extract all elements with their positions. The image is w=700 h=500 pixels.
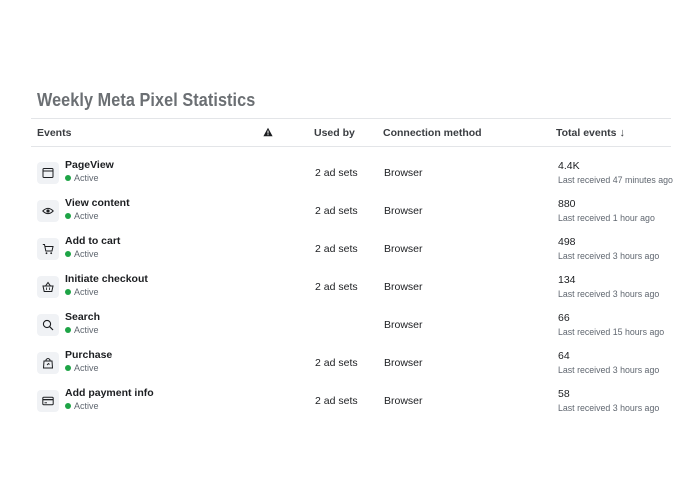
connection-method-value: Browser	[384, 357, 423, 369]
table-row-view-content[interactable]: View content Active 2 ad sets Browser 88…	[31, 195, 671, 233]
event-name[interactable]: Search	[65, 311, 100, 323]
status-text: Active	[74, 401, 99, 411]
page-title: Weekly Meta Pixel Statistics	[37, 90, 256, 110]
table-row-purchase[interactable]: Purchase Active 2 ad sets Browser 64 Las…	[31, 347, 671, 385]
shopping-bag-icon	[37, 352, 59, 374]
total-events-value: 58	[558, 388, 570, 400]
used-by-value[interactable]: 2 ad sets	[315, 357, 358, 369]
status-badge: Active	[65, 211, 99, 221]
used-by-value[interactable]: 2 ad sets	[315, 243, 358, 255]
event-name[interactable]: Initiate checkout	[65, 273, 148, 285]
used-by-value[interactable]: 2 ad sets	[315, 205, 358, 217]
status-text: Active	[74, 325, 99, 335]
table-row-add-payment-info[interactable]: Add payment info Active 2 ad sets Browse…	[31, 385, 671, 423]
status-text: Active	[74, 211, 99, 221]
basket-icon	[37, 276, 59, 298]
connection-method-value: Browser	[384, 281, 423, 293]
event-name[interactable]: PageView	[65, 159, 114, 171]
used-by-value[interactable]: 2 ad sets	[315, 395, 358, 407]
event-name[interactable]: Add payment info	[65, 387, 154, 399]
total-events-value: 64	[558, 350, 570, 362]
total-events-label: Total events	[556, 127, 617, 139]
last-received-text: Last received 1 hour ago	[558, 213, 655, 223]
connection-method-value: Browser	[384, 243, 423, 255]
status-badge: Active	[65, 325, 99, 335]
total-events-value: 880	[558, 198, 576, 210]
status-badge: Active	[65, 173, 99, 183]
status-badge: Active	[65, 249, 99, 259]
table-header: Events Used by Connection method Total e…	[31, 118, 671, 147]
browser-window-icon	[37, 162, 59, 184]
status-badge: Active	[65, 401, 99, 411]
active-dot-icon	[65, 289, 71, 295]
connection-method-value: Browser	[384, 395, 423, 407]
column-header-used-by[interactable]: Used by	[314, 127, 355, 139]
last-received-text: Last received 3 hours ago	[558, 403, 660, 413]
status-text: Active	[74, 363, 99, 373]
active-dot-icon	[65, 175, 71, 181]
table-body: PageView Active 2 ad sets Browser 4.4K L…	[31, 157, 673, 423]
connection-method-value: Browser	[384, 205, 423, 217]
connection-method-value: Browser	[384, 167, 423, 179]
status-badge: Active	[65, 363, 99, 373]
active-dot-icon	[65, 403, 71, 409]
column-header-total-events[interactable]: Total events ↓	[556, 127, 625, 139]
last-received-text: Last received 3 hours ago	[558, 289, 660, 299]
table-row-search[interactable]: Search Active Browser 66 Last received 1…	[31, 309, 671, 347]
table-row-add-to-cart[interactable]: Add to cart Active 2 ad sets Browser 498…	[31, 233, 671, 271]
active-dot-icon	[65, 327, 71, 333]
event-name[interactable]: View content	[65, 197, 130, 209]
column-header-connection-method[interactable]: Connection method	[383, 127, 482, 139]
table-row-initiate-checkout[interactable]: Initiate checkout Active 2 ad sets Brows…	[31, 271, 671, 309]
column-header-events[interactable]: Events	[37, 127, 71, 139]
event-name[interactable]: Purchase	[65, 349, 112, 361]
last-received-text: Last received 3 hours ago	[558, 365, 660, 375]
last-received-text: Last received 47 minutes ago	[558, 175, 673, 185]
event-name[interactable]: Add to cart	[65, 235, 120, 247]
cart-icon	[37, 238, 59, 260]
sort-arrow-down-icon: ↓	[619, 127, 626, 139]
total-events-value: 498	[558, 236, 576, 248]
search-icon	[37, 314, 59, 336]
active-dot-icon	[65, 365, 71, 371]
connection-method-value: Browser	[384, 319, 423, 331]
active-dot-icon	[65, 213, 71, 219]
warning-icon[interactable]	[263, 127, 273, 137]
used-by-value[interactable]: 2 ad sets	[315, 281, 358, 293]
total-events-value: 134	[558, 274, 576, 286]
events-table: Events Used by Connection method Total e…	[31, 118, 673, 423]
status-text: Active	[74, 173, 99, 183]
used-by-value[interactable]: 2 ad sets	[315, 167, 358, 179]
last-received-text: Last received 15 hours ago	[558, 327, 665, 337]
total-events-value: 4.4K	[558, 160, 580, 172]
credit-card-icon	[37, 390, 59, 412]
eye-icon	[37, 200, 59, 222]
table-row-pageview[interactable]: PageView Active 2 ad sets Browser 4.4K L…	[31, 157, 673, 195]
status-badge: Active	[65, 287, 99, 297]
active-dot-icon	[65, 251, 71, 257]
total-events-value: 66	[558, 312, 570, 324]
status-text: Active	[74, 249, 99, 259]
last-received-text: Last received 3 hours ago	[558, 251, 660, 261]
status-text: Active	[74, 287, 99, 297]
